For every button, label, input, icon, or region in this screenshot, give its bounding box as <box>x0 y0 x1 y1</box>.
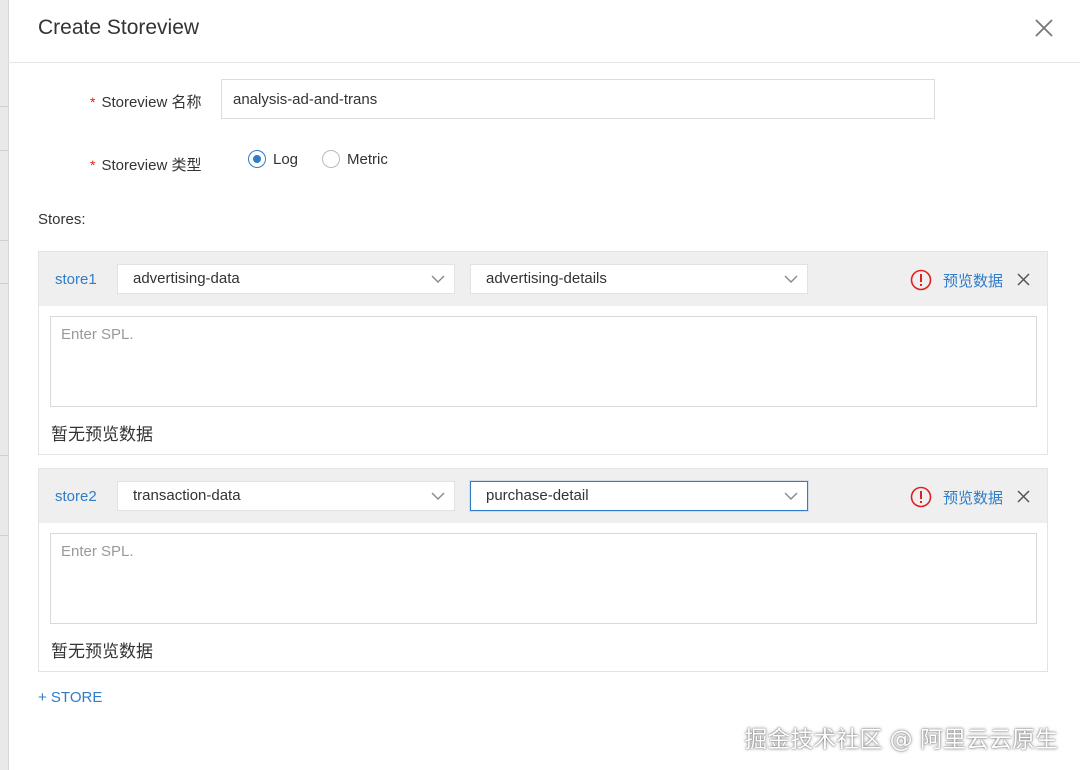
name-label-text: Storeview 名称 <box>101 94 202 111</box>
chevron-down-icon <box>431 275 445 283</box>
radio-checked-icon <box>248 150 266 168</box>
logstore-select[interactable]: advertising-details <box>470 264 808 294</box>
chevron-down-icon <box>784 275 798 283</box>
preview-data-link[interactable]: 预览数据 <box>943 270 1003 291</box>
logstore-select[interactable]: purchase-detail <box>470 481 808 511</box>
stores-label: Stores: <box>38 211 86 228</box>
project-select-value: advertising-data <box>133 270 240 287</box>
dialog-title: Create Storeview <box>38 16 200 39</box>
type-label-text: Storeview 类型 <box>101 157 202 174</box>
remove-store-icon[interactable] <box>1016 272 1031 287</box>
logstore-select-value: purchase-detail <box>486 487 589 504</box>
storeview-name-input[interactable] <box>221 79 935 119</box>
warning-icon <box>910 486 932 508</box>
store-header: store2 transaction-data purchase-detail … <box>39 469 1047 523</box>
project-select-value: transaction-data <box>133 487 241 504</box>
warning-icon <box>910 269 932 291</box>
watermark: 掘金技术社区 @ 阿里云云原生 <box>744 727 1058 753</box>
spl-input[interactable] <box>50 533 1037 624</box>
background-edge <box>0 0 9 770</box>
add-store-button[interactable]: + STORE <box>38 689 102 706</box>
chevron-down-icon <box>431 492 445 500</box>
radio-log[interactable]: Log <box>248 150 298 168</box>
name-label: * Storeview 名称 <box>90 91 201 112</box>
store-panel-1: store1 advertising-data advertising-deta… <box>38 251 1048 455</box>
no-preview-data: 暂无预览数据 <box>51 425 153 445</box>
required-mark: * <box>90 157 96 173</box>
store-name: store1 <box>55 271 97 288</box>
project-select[interactable]: transaction-data <box>117 481 455 511</box>
radio-log-label: Log <box>273 150 299 168</box>
required-mark: * <box>90 94 96 110</box>
logstore-select-value: advertising-details <box>486 270 607 287</box>
dialog-header: Create Storeview <box>8 0 1080 63</box>
radio-unchecked-icon <box>322 150 340 168</box>
remove-store-icon[interactable] <box>1016 489 1031 504</box>
project-select[interactable]: advertising-data <box>117 264 455 294</box>
store-header: store1 advertising-data advertising-deta… <box>39 252 1047 306</box>
radio-metric[interactable]: Metric <box>322 150 388 168</box>
no-preview-data: 暂无预览数据 <box>51 642 153 662</box>
chevron-down-icon <box>784 492 798 500</box>
close-icon[interactable] <box>1032 16 1056 40</box>
preview-data-link[interactable]: 预览数据 <box>943 487 1003 508</box>
spl-input[interactable] <box>50 316 1037 407</box>
store-panel-2: store2 transaction-data purchase-detail … <box>38 468 1048 672</box>
type-label: * Storeview 类型 <box>90 154 201 175</box>
store-name: store2 <box>55 488 97 505</box>
radio-metric-label: Metric <box>347 150 388 168</box>
